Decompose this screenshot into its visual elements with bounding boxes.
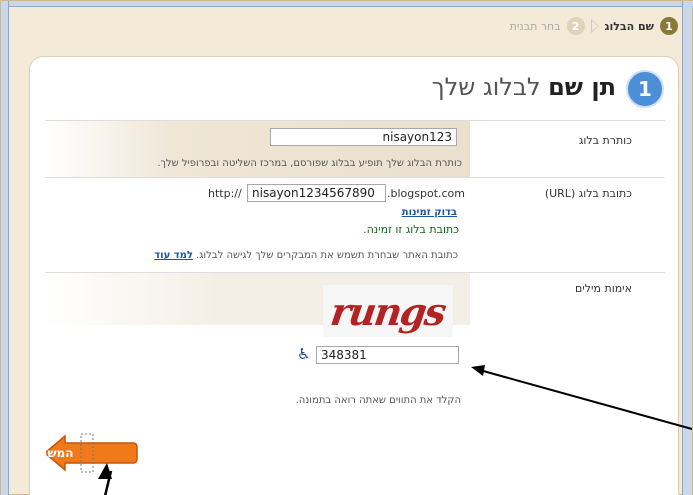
divider	[45, 120, 665, 121]
blog-url-hint: כתובת האתר שבחרת תשמש את המבקרים שלך לגי…	[154, 250, 458, 261]
blog-url-input[interactable]	[247, 184, 386, 202]
window-frame-left	[1, 1, 9, 495]
learn-more-link[interactable]: למד עוד	[154, 250, 193, 261]
window-frame-top	[1, 1, 693, 7]
page-title: תן שם לבלוג שלך	[432, 73, 616, 101]
word-verification-label: אימות מילים	[575, 282, 632, 295]
accessibility-wheelchair-icon[interactable]: ♿	[297, 346, 313, 362]
captcha-text: rungs	[328, 288, 448, 334]
url-prefix: http://	[208, 187, 242, 200]
page-title-bold: תן שם	[548, 73, 616, 101]
divider	[45, 177, 665, 178]
continue-button-label: המשך	[40, 446, 74, 460]
availability-message: כתובת בלוג זו זמינה.	[363, 223, 459, 236]
blog-title-label: כותרת בלוג	[578, 134, 632, 147]
step-1-label: שם הבלוג	[604, 19, 654, 33]
captcha-image: rungs	[323, 285, 453, 337]
step-number-badge: 1	[626, 70, 664, 108]
page-title-rest: לבלוג שלך	[431, 73, 549, 101]
blog-title-hint: כותרת הבלוג שלך תופיע בבלוג שפורסם, במרכ…	[157, 158, 462, 169]
step-2-label: בחר תבנית	[509, 19, 561, 33]
blog-title-input[interactable]	[270, 128, 457, 146]
blog-url-label: כתובת בלוג (URL)	[544, 187, 632, 200]
step-2-number: 2	[566, 17, 585, 35]
captcha-hint: הקלד את התווים שאתה רואה בתמונה.	[295, 395, 461, 406]
step-1-number: 1	[660, 17, 678, 35]
steps-bar: 1 שם הבלוג 2 בחר תבנית	[510, 17, 678, 35]
step-separator-arrow-icon	[590, 19, 599, 33]
blog-url-hint-text: כתובת האתר שבחרת תשמש את המבקרים שלך לגי…	[196, 250, 458, 261]
captcha-input[interactable]	[316, 346, 459, 364]
window-frame-right	[682, 1, 692, 495]
url-suffix: .blogspot.com	[387, 187, 465, 200]
check-availability-link[interactable]: בדוק זמינות	[402, 207, 457, 218]
